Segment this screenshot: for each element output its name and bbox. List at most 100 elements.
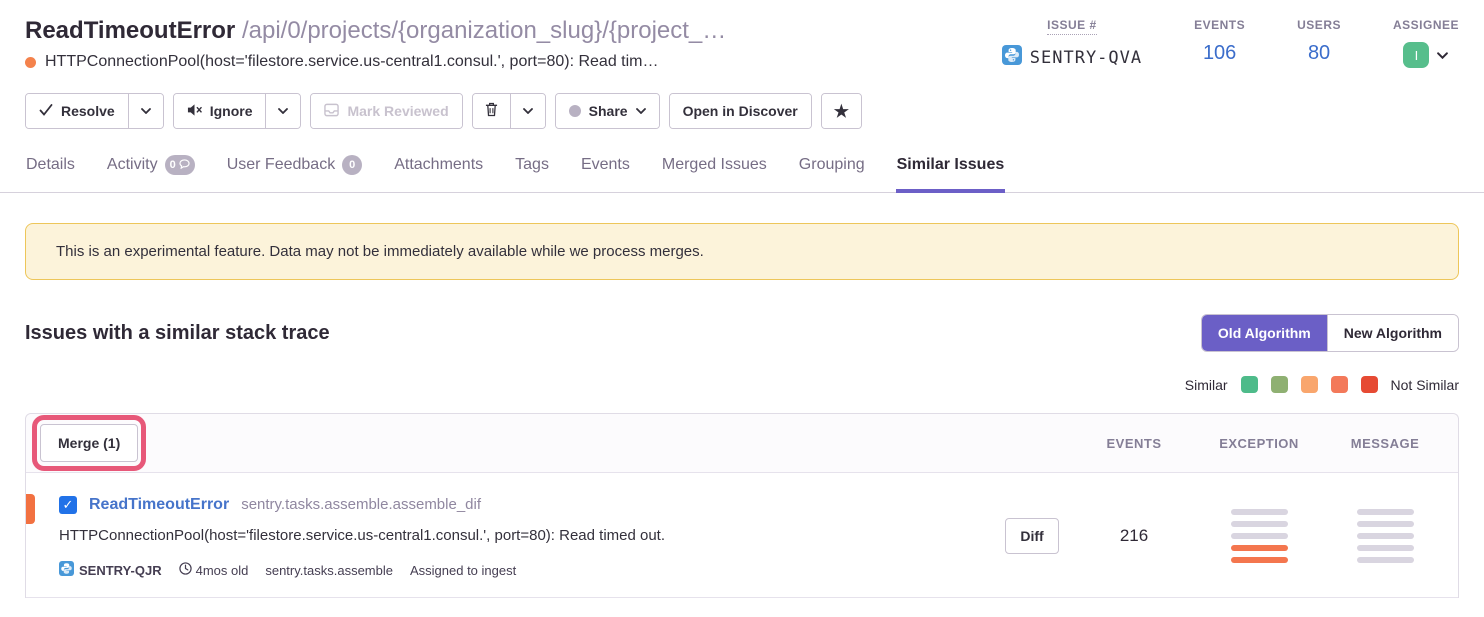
row-events-count: 216 [1072,526,1196,546]
python-project-icon [59,561,74,579]
bookmark-star-button[interactable]: ★ [822,94,861,128]
issue-stats: ISSUE # SENTRY-QVA EVENTS 106 USERS 80 A… [1002,14,1459,70]
error-level-dot [25,57,36,68]
spectrum-bar [1231,521,1288,527]
trash-icon [485,102,498,120]
row-meta: SENTRY-QJR 4mos old sentry.tasks.assembl… [59,561,992,579]
ignore-button-group: Ignore [173,93,302,129]
bookmark-button-group: ★ [821,93,862,129]
mark-reviewed-button-group: Mark Reviewed [310,93,462,129]
delete-button[interactable] [473,94,510,128]
legend-similar-label: Similar [1185,377,1228,393]
chevron-down-icon [523,108,533,114]
similarity-legend-swatches [1241,376,1378,393]
resolve-button[interactable]: Resolve [26,94,128,128]
column-header-exception: EXCEPTION [1196,436,1322,451]
users-count-link[interactable]: 80 [1308,42,1330,65]
mute-icon [187,103,202,120]
similar-issues-rows: ✓ ReadTimeoutError sentry.tasks.assemble… [26,473,1458,598]
tab-label: Grouping [799,156,865,174]
tab-badge-count: 0 [170,159,176,171]
legend-swatch [1271,376,1288,393]
resolve-dropdown-button[interactable] [128,94,163,128]
tab-user-feedback[interactable]: User Feedback 0 [226,149,364,193]
issue-short-id[interactable]: SENTRY-QVA [1002,45,1142,70]
message-spectrum [1322,509,1448,563]
experimental-feature-banner: This is an experimental feature. Data ma… [25,223,1459,280]
tab-label: Events [581,156,630,174]
similarity-legend: Similar Not Similar [0,376,1484,393]
tabs-bar: Details Activity 0 User Feedback 0 Attac… [0,149,1484,193]
tab-badge: 0 [342,155,362,175]
issue-title-block: ReadTimeoutError /api/0/projects/{organi… [25,14,726,76]
stat-issue-id: ISSUE # SENTRY-QVA [1002,18,1142,70]
chevron-down-icon [141,108,151,114]
tab-label: Activity [107,156,158,174]
column-header-message: MESSAGE [1322,436,1448,451]
row-short-id: SENTRY-QJR [79,563,162,578]
spectrum-bar [1231,557,1288,563]
spectrum-bar [1231,509,1288,515]
open-in-discover-button[interactable]: Open in Discover [670,94,811,128]
archive-icon [324,103,339,120]
legend-swatch [1331,376,1348,393]
issue-header: ReadTimeoutError /api/0/projects/{organi… [0,0,1484,76]
tab-label: Merged Issues [662,156,767,174]
spectrum-bar [1231,545,1288,551]
spectrum-bar [1231,533,1288,539]
tab-grouping[interactable]: Grouping [798,149,866,193]
tab-similar-issues[interactable]: Similar Issues [896,149,1006,193]
row-message: HTTPConnectionPool(host='filestore.servi… [59,525,992,547]
merge-button[interactable]: Merge (1) [40,424,138,462]
assignee-selector[interactable]: I [1403,42,1448,68]
chevron-down-icon [636,108,646,114]
old-algorithm-button[interactable]: Old Algorithm [1202,315,1327,351]
row-age: 4mos old [196,563,249,578]
tab-label: Details [26,156,75,174]
similar-issue-row: ✓ ReadTimeoutError sentry.tasks.assemble… [26,473,1458,598]
tab-merged-issues[interactable]: Merged Issues [661,149,768,193]
share-button[interactable]: Share [556,94,659,128]
tab-events[interactable]: Events [580,149,631,193]
legend-swatch [1241,376,1258,393]
python-project-icon [1002,45,1022,70]
spectrum-bar [1357,521,1414,527]
legend-swatch [1301,376,1318,393]
spectrum-bar [1357,545,1414,551]
check-icon [39,103,53,119]
ignore-dropdown-button[interactable] [265,94,300,128]
legend-swatch [1361,376,1378,393]
issue-id-label: ISSUE # [1047,18,1097,35]
tab-activity[interactable]: Activity 0 [106,149,196,193]
tab-badge: 0 [165,155,195,175]
issue-culprit-line: HTTPConnectionPool(host='filestore.servi… [25,48,726,76]
ignore-button[interactable]: Ignore [174,94,266,128]
spectrum-bar [1357,557,1414,563]
issue-short-id-text: SENTRY-QVA [1030,48,1142,68]
tab-tags[interactable]: Tags [514,149,550,193]
tabs: Details Activity 0 User Feedback 0 Attac… [0,149,1484,192]
issue-location: /api/0/projects/{organization_slug}/{pro… [242,17,726,44]
row-short-id-wrap: SENTRY-QJR [59,561,162,579]
tab-details[interactable]: Details [25,149,76,193]
algorithm-toggle: Old Algorithm New Algorithm [1201,314,1459,352]
merge-button-wrap: Merge (1) [40,424,138,462]
mark-reviewed-button[interactable]: Mark Reviewed [311,94,461,128]
stat-users: USERS 80 [1297,18,1341,70]
events-count-link[interactable]: 106 [1203,42,1236,65]
stat-events: EVENTS 106 [1194,18,1245,70]
diff-button[interactable]: Diff [1005,518,1058,554]
delete-dropdown-button[interactable] [510,94,545,128]
row-title[interactable]: ReadTimeoutError [89,493,229,517]
spectrum-bar [1357,509,1414,515]
delete-button-group [472,93,546,129]
tab-label: Similar Issues [897,156,1005,174]
issue-type: ReadTimeoutError [25,17,235,44]
chevron-down-icon [1437,52,1448,59]
row-checkbox[interactable]: ✓ [59,496,77,514]
tab-attachments[interactable]: Attachments [393,149,484,193]
new-algorithm-button[interactable]: New Algorithm [1327,315,1458,351]
row-main: ✓ ReadTimeoutError sentry.tasks.assemble… [26,493,992,579]
comment-bubble-icon [179,159,190,172]
assignee-avatar: I [1403,42,1429,68]
